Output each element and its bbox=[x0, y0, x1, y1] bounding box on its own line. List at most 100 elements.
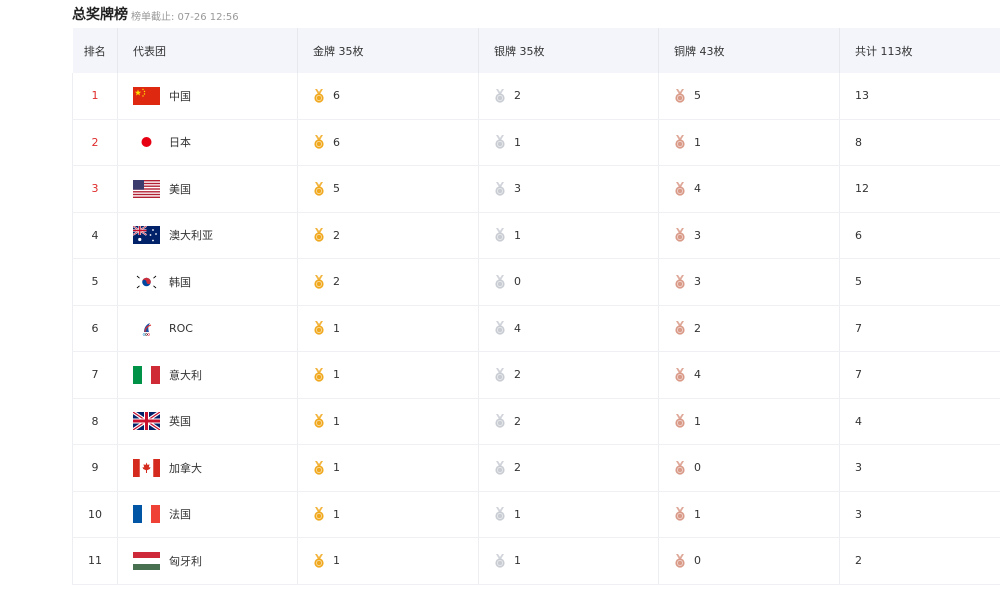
table-row[interactable]: 9 加拿大 1 2 0 3 bbox=[72, 444, 1000, 492]
bronze-count: 5 bbox=[694, 89, 701, 103]
bronze-cell: 2 bbox=[658, 305, 840, 352]
gold-cell: 5 bbox=[297, 165, 479, 213]
bronze-count: 3 bbox=[694, 228, 701, 242]
team-cell[interactable]: 法国 bbox=[117, 491, 298, 538]
gold-cell: 1 bbox=[297, 398, 479, 445]
team-cell[interactable]: 日本 bbox=[117, 119, 298, 166]
bronze-count: 1 bbox=[694, 507, 701, 521]
silver-count: 0 bbox=[514, 275, 521, 289]
team-name[interactable]: 加拿大 bbox=[169, 460, 202, 476]
table-row[interactable]: 5 韩国 2 0 3 5 bbox=[72, 258, 1000, 306]
team-name[interactable]: ROC bbox=[169, 322, 193, 335]
team-cell[interactable]: 英国 bbox=[117, 398, 298, 445]
gold-medal-icon bbox=[313, 507, 333, 521]
table-row[interactable]: 6 ROC 1 4 2 7 bbox=[72, 305, 1000, 352]
silver-cell: 1 bbox=[478, 491, 659, 538]
silver-medal-icon bbox=[494, 274, 514, 289]
gold-count: 1 bbox=[333, 554, 340, 568]
column-header-silver[interactable]: 银牌 35枚 bbox=[478, 28, 659, 73]
team-cell[interactable]: 韩国 bbox=[117, 258, 298, 306]
bronze-cell: 3 bbox=[658, 212, 840, 259]
rank-cell: 4 bbox=[72, 212, 118, 259]
column-header-rank[interactable]: 排名 bbox=[72, 28, 118, 73]
team-name[interactable]: 意大利 bbox=[169, 367, 202, 383]
silver-cell: 1 bbox=[478, 119, 659, 166]
gold-medal-icon bbox=[313, 228, 333, 242]
silver-count: 1 bbox=[514, 228, 521, 242]
team-name[interactable]: 美国 bbox=[169, 181, 191, 197]
column-header-bronze[interactable]: 铜牌 43枚 bbox=[658, 28, 840, 73]
total-cell: 2 bbox=[839, 537, 1000, 585]
bronze-cell: 1 bbox=[658, 119, 840, 166]
medal-table: 排名 代表团 金牌 35枚 银牌 35枚 铜牌 43枚 共计 113枚 1 中国 6… bbox=[72, 28, 1000, 585]
rank-cell: 7 bbox=[72, 351, 118, 399]
gold-count: 1 bbox=[333, 321, 340, 335]
silver-cell: 2 bbox=[478, 398, 659, 445]
team-name[interactable]: 澳大利亚 bbox=[169, 227, 213, 243]
team-cell[interactable]: 意大利 bbox=[117, 351, 298, 399]
gold-count: 1 bbox=[333, 461, 340, 475]
table-row[interactable]: 2 日本 6 1 1 8 bbox=[72, 119, 1000, 166]
table-row[interactable]: 10 法国 1 1 1 3 bbox=[72, 491, 1000, 538]
gold-cell: 1 bbox=[297, 351, 479, 399]
silver-medal-icon bbox=[494, 181, 514, 196]
table-row[interactable]: 11 匈牙利 1 1 0 2 bbox=[72, 537, 1000, 585]
team-cell[interactable]: 匈牙利 bbox=[117, 537, 298, 585]
rank-cell: 1 bbox=[72, 73, 118, 120]
team-cell[interactable]: 中国 bbox=[117, 73, 298, 120]
silver-count: 3 bbox=[514, 182, 521, 196]
bronze-cell: 0 bbox=[658, 537, 840, 585]
rank-cell: 11 bbox=[72, 537, 118, 585]
table-row[interactable]: 1 中国 6 2 5 13 bbox=[72, 73, 1000, 120]
team-name[interactable]: 韩国 bbox=[169, 274, 191, 290]
team-name[interactable]: 匈牙利 bbox=[169, 553, 202, 569]
team-cell[interactable]: 美国 bbox=[117, 165, 298, 213]
silver-medal-icon bbox=[494, 414, 514, 428]
gold-cell: 1 bbox=[297, 305, 479, 352]
team-cell[interactable]: 加拿大 bbox=[117, 444, 298, 492]
gold-count: 2 bbox=[333, 275, 340, 289]
bronze-count: 0 bbox=[694, 461, 701, 475]
bronze-count: 4 bbox=[694, 182, 701, 196]
team-name[interactable]: 法国 bbox=[169, 506, 191, 522]
team-cell[interactable]: ROC bbox=[117, 305, 298, 352]
gold-cell: 6 bbox=[297, 73, 479, 120]
bronze-medal-icon bbox=[674, 274, 694, 289]
bronze-count: 4 bbox=[694, 368, 701, 382]
column-header-team[interactable]: 代表团 bbox=[117, 28, 298, 73]
table-row[interactable]: 4 澳大利亚 2 1 3 6 bbox=[72, 212, 1000, 259]
table-row[interactable]: 3 美国 5 3 4 12 bbox=[72, 165, 1000, 213]
team-name[interactable]: 日本 bbox=[169, 134, 191, 150]
team-name[interactable]: 中国 bbox=[169, 88, 191, 104]
bronze-medal-icon bbox=[674, 228, 694, 242]
rank-cell: 3 bbox=[72, 165, 118, 213]
table-row[interactable]: 8 英国 1 2 1 4 bbox=[72, 398, 1000, 445]
gold-cell: 2 bbox=[297, 212, 479, 259]
column-header-gold[interactable]: 金牌 35枚 bbox=[297, 28, 479, 73]
team-name[interactable]: 英国 bbox=[169, 413, 191, 429]
gold-count: 1 bbox=[333, 414, 340, 428]
bronze-count: 1 bbox=[694, 414, 701, 428]
silver-cell: 3 bbox=[478, 165, 659, 213]
team-cell[interactable]: 澳大利亚 bbox=[117, 212, 298, 259]
rank-cell: 6 bbox=[72, 305, 118, 352]
silver-count: 1 bbox=[514, 554, 521, 568]
bronze-count: 0 bbox=[694, 554, 701, 568]
bronze-medal-icon bbox=[674, 181, 694, 196]
silver-cell: 2 bbox=[478, 444, 659, 492]
bronze-cell: 3 bbox=[658, 258, 840, 306]
silver-count: 2 bbox=[514, 461, 521, 475]
table-row[interactable]: 7 意大利 1 2 4 7 bbox=[72, 351, 1000, 399]
silver-medal-icon bbox=[494, 88, 514, 103]
flag-china-icon bbox=[133, 86, 160, 105]
silver-medal-icon bbox=[494, 460, 514, 475]
gold-medal-icon bbox=[313, 414, 333, 428]
gold-cell: 1 bbox=[297, 537, 479, 585]
bronze-count: 3 bbox=[694, 275, 701, 289]
gold-cell: 2 bbox=[297, 258, 479, 306]
silver-medal-icon bbox=[494, 228, 514, 242]
column-header-total[interactable]: 共计 113枚 bbox=[839, 28, 1000, 73]
silver-medal-icon bbox=[494, 553, 514, 568]
bronze-cell: 1 bbox=[658, 491, 840, 538]
silver-count: 4 bbox=[514, 321, 521, 335]
